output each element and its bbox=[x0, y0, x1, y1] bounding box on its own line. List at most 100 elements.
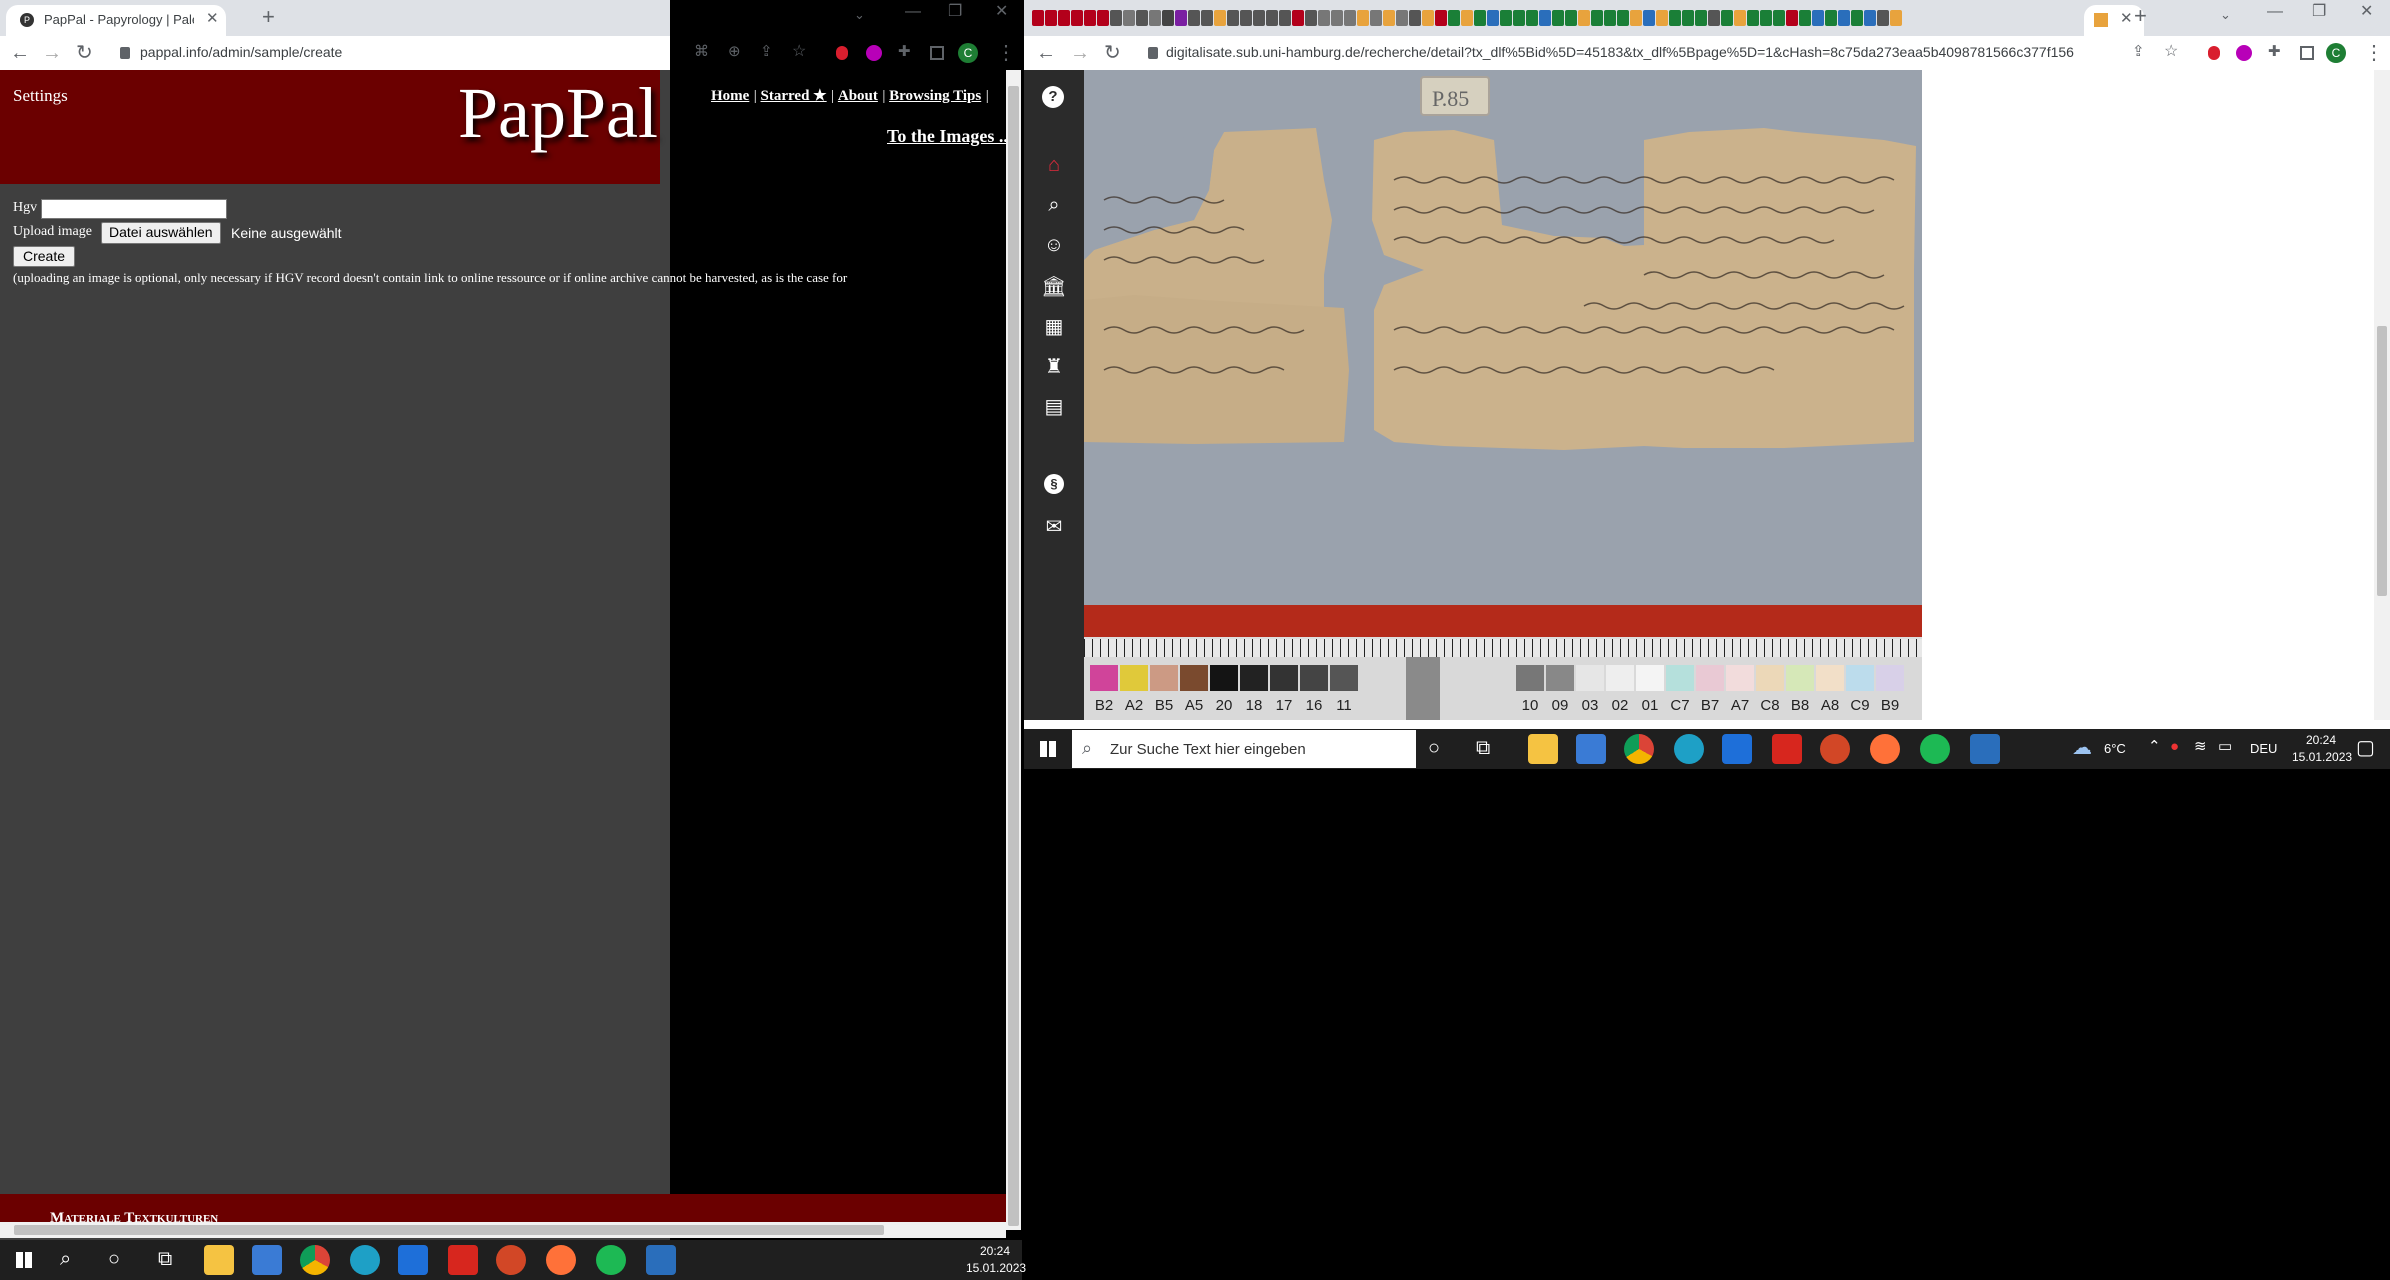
battery-icon[interactable]: ▭ bbox=[2218, 739, 2232, 754]
edge-icon[interactable] bbox=[350, 1245, 380, 1275]
photos-icon[interactable] bbox=[646, 1245, 676, 1275]
legal-icon[interactable]: § bbox=[1044, 474, 1064, 494]
home-icon[interactable]: ⌂ bbox=[1034, 154, 1074, 177]
edge-icon[interactable] bbox=[1674, 734, 1704, 764]
spotify-icon[interactable] bbox=[596, 1245, 626, 1275]
extensions-puzzle-icon[interactable]: ✚ bbox=[2268, 44, 2281, 59]
chrome-icon[interactable] bbox=[300, 1245, 330, 1275]
extensions-puzzle-icon[interactable]: ✚ bbox=[898, 44, 911, 59]
firefox-icon[interactable] bbox=[546, 1245, 576, 1275]
side-panel-icon[interactable] bbox=[930, 46, 944, 60]
minimize-icon[interactable]: — bbox=[905, 4, 921, 20]
acrobat-icon[interactable] bbox=[1772, 734, 1802, 764]
menu-kebab-icon[interactable]: ⋮ bbox=[2364, 43, 2384, 63]
chess-icon[interactable]: ♜ bbox=[1034, 354, 1074, 379]
tray-chevron-icon[interactable]: ⌃ bbox=[2148, 739, 2161, 754]
grid-icon[interactable]: ▦ bbox=[1034, 314, 1074, 339]
windows-start-icon[interactable] bbox=[1040, 741, 1056, 757]
pappal-logo[interactable]: PapPal bbox=[458, 72, 658, 155]
chrome-icon[interactable] bbox=[1624, 734, 1654, 764]
reload-icon[interactable]: ↻ bbox=[1104, 43, 1121, 63]
feedback-icon[interactable]: ☺ bbox=[1034, 234, 1074, 257]
store-icon[interactable] bbox=[252, 1245, 282, 1275]
back-icon[interactable]: ← bbox=[10, 43, 30, 63]
right-vertical-scrollbar[interactable] bbox=[2374, 70, 2390, 720]
weather-cloud-icon[interactable]: ☁ bbox=[2072, 738, 2092, 758]
mail-icon[interactable] bbox=[1722, 734, 1752, 764]
help-button[interactable]: ? bbox=[1042, 86, 1064, 108]
file-explorer-icon[interactable] bbox=[1528, 734, 1558, 764]
tab-list-chevron-icon[interactable]: ⌄ bbox=[854, 8, 865, 21]
nav-starred[interactable]: Starred ★ bbox=[761, 88, 827, 104]
search-icon[interactable]: ⌕ bbox=[60, 1249, 71, 1269]
h-scroll-thumb[interactable] bbox=[14, 1225, 884, 1235]
papyrus-scan[interactable]: P.85 B2 A2 B5 A5 20 18 17 16 11 10 09 03… bbox=[1084, 70, 1922, 720]
tab-list-chevron-icon[interactable]: ⌄ bbox=[2220, 8, 2231, 21]
search-icon[interactable]: ⌕ bbox=[1034, 194, 1074, 217]
new-tab-icon[interactable]: + bbox=[2134, 5, 2147, 27]
extension-pink-icon[interactable] bbox=[2236, 45, 2252, 61]
mail-icon[interactable] bbox=[398, 1245, 428, 1275]
hgv-input[interactable] bbox=[41, 199, 227, 219]
task-view-icon[interactable]: ⧉ bbox=[158, 1249, 172, 1269]
bookmark-star-icon[interactable]: ☆ bbox=[2164, 44, 2178, 60]
profile-avatar[interactable]: C bbox=[2326, 43, 2346, 63]
close-tab-icon[interactable]: ✕ bbox=[2120, 11, 2133, 26]
cortana-icon[interactable]: ○ bbox=[108, 1249, 120, 1269]
new-tab-icon[interactable]: + bbox=[262, 6, 275, 28]
weather-temp[interactable]: 6°C bbox=[2104, 741, 2126, 756]
restore-icon[interactable]: ❐ bbox=[2312, 4, 2326, 20]
forward-icon[interactable]: → bbox=[42, 43, 62, 63]
close-window-icon[interactable]: ✕ bbox=[995, 4, 1008, 20]
spotify-icon[interactable] bbox=[1920, 734, 1950, 764]
nav-about[interactable]: About bbox=[838, 88, 878, 104]
to-the-images-link[interactable]: To the Images ... bbox=[887, 126, 1012, 147]
photos-icon[interactable] bbox=[1970, 734, 2000, 764]
notifications-icon[interactable]: ▢ bbox=[2356, 738, 2375, 758]
menu-kebab-icon[interactable]: ⋮ bbox=[996, 43, 1016, 63]
tray-app-icon[interactable]: ● bbox=[2170, 739, 2179, 754]
back-icon[interactable]: ← bbox=[1036, 43, 1056, 63]
nav-browsing-tips[interactable]: Browsing Tips bbox=[889, 88, 981, 104]
library-icon[interactable]: 🏛 bbox=[1034, 274, 1074, 299]
windows-start-icon[interactable] bbox=[16, 1252, 32, 1268]
forward-icon[interactable]: → bbox=[1070, 43, 1090, 63]
powerpoint-icon[interactable] bbox=[1820, 734, 1850, 764]
restore-icon[interactable]: ❐ bbox=[948, 4, 962, 20]
language-indicator[interactable]: DEU bbox=[2250, 741, 2277, 756]
extension-red-icon[interactable] bbox=[836, 46, 848, 60]
store-icon[interactable] bbox=[1576, 734, 1606, 764]
share-icon[interactable]: ⇪ bbox=[760, 44, 773, 59]
profile-avatar[interactable]: C bbox=[958, 43, 978, 63]
firefox-icon[interactable] bbox=[1870, 734, 1900, 764]
translate-icon[interactable]: ⌘ bbox=[694, 44, 709, 59]
taskbar-search-box[interactable]: ⌕ Zur Suche Text hier eingeben bbox=[1072, 730, 1416, 768]
create-button[interactable]: Create bbox=[13, 246, 76, 267]
close-window-icon[interactable]: ✕ bbox=[2360, 4, 2373, 20]
left-vertical-scrollbar[interactable] bbox=[1006, 70, 1021, 1230]
left-horizontal-scrollbar[interactable] bbox=[0, 1222, 1006, 1238]
extension-pink-icon[interactable] bbox=[866, 45, 882, 61]
side-panel-icon[interactable] bbox=[2300, 46, 2314, 60]
reload-icon[interactable]: ↻ bbox=[76, 43, 93, 63]
scroll-thumb[interactable] bbox=[2377, 326, 2387, 596]
powerpoint-icon[interactable] bbox=[496, 1245, 526, 1275]
mail-icon[interactable]: ✉ bbox=[1034, 514, 1074, 539]
task-view-icon[interactable]: ⧉ bbox=[1476, 738, 1490, 758]
extension-red-icon[interactable] bbox=[2208, 46, 2220, 60]
mini-tabs-row[interactable] bbox=[1032, 10, 2092, 26]
cortana-icon[interactable]: ○ bbox=[1428, 738, 1440, 758]
choose-file-button[interactable]: Datei auswählen bbox=[101, 222, 221, 244]
close-tab-icon[interactable]: ✕ bbox=[206, 11, 219, 26]
tab-pappal[interactable]: P PapPal - Papyrology | Paleograph ✕ bbox=[6, 5, 226, 36]
share-icon[interactable]: ⇪ bbox=[2132, 44, 2145, 59]
nav-home[interactable]: Home bbox=[711, 88, 749, 104]
scroll-thumb[interactable] bbox=[1008, 86, 1019, 1226]
bookmark-star-icon[interactable]: ☆ bbox=[792, 44, 806, 60]
minimize-icon[interactable]: — bbox=[2267, 4, 2283, 20]
left-url[interactable]: pappal.info/admin/sample/create bbox=[140, 44, 680, 60]
right-url[interactable]: digitalisate.sub.uni-hamburg.de/recherch… bbox=[1166, 44, 2116, 60]
network-icon[interactable]: ≋ bbox=[2194, 739, 2207, 754]
zoom-icon[interactable]: ⊕ bbox=[728, 44, 741, 59]
file-explorer-icon[interactable] bbox=[204, 1245, 234, 1275]
